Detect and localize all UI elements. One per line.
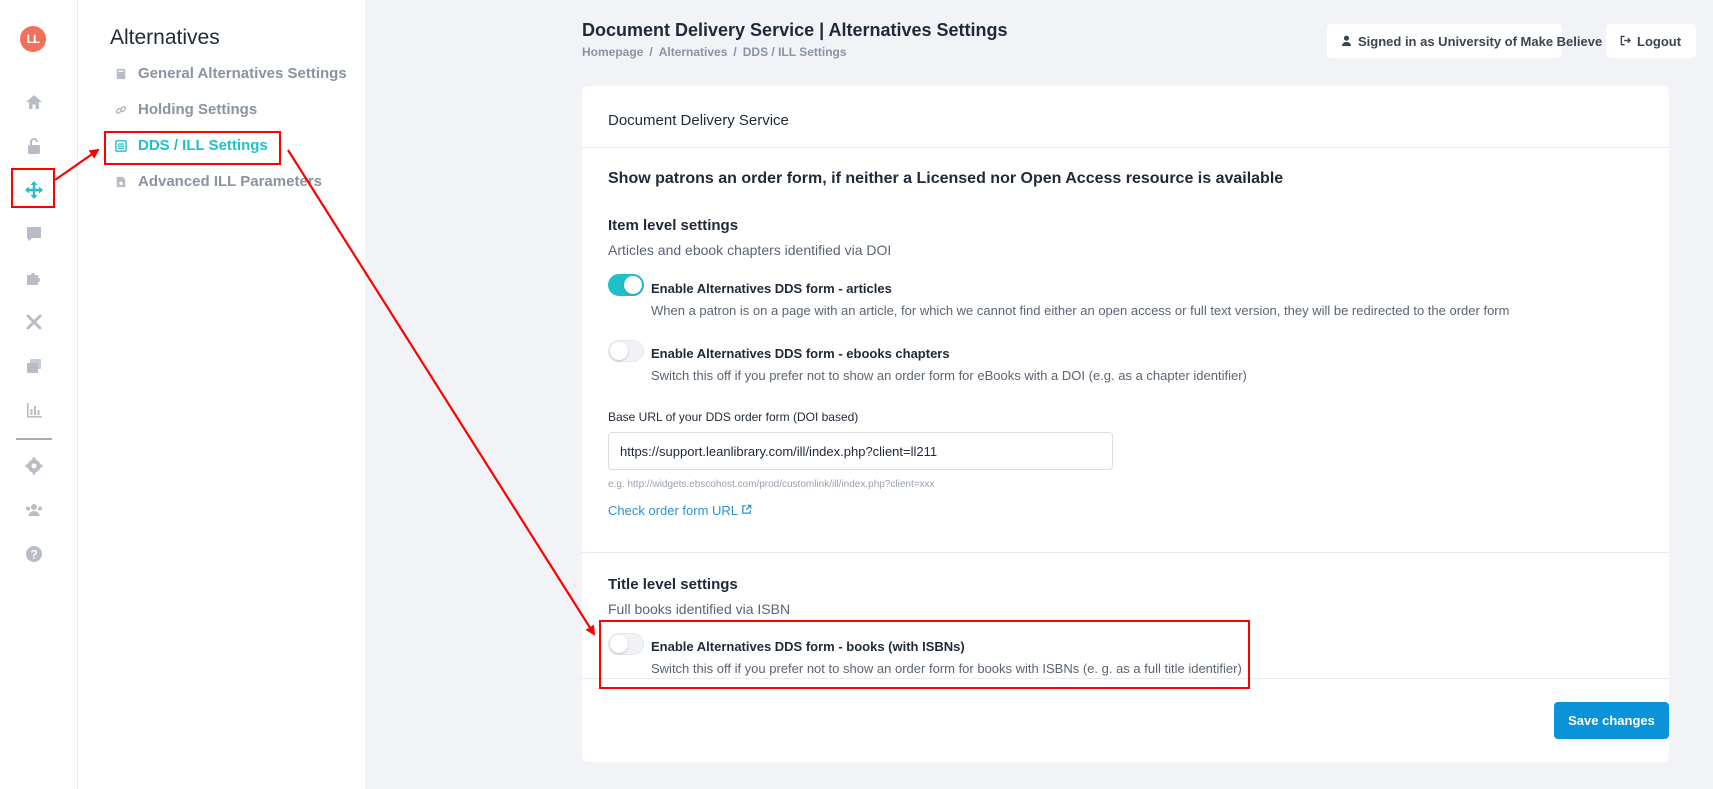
help-icon[interactable]: ?	[22, 542, 46, 566]
tools-icon[interactable]	[22, 310, 46, 334]
section-divider	[582, 552, 1669, 553]
subnav-item-advanced-ill-parameters[interactable]: Advanced ILL Parameters	[114, 173, 322, 190]
logout-label: Logout	[1637, 33, 1682, 49]
item-level-subtitle: Articles and ebook chapters identified v…	[608, 242, 892, 258]
subnav-item-label: General Alternatives Settings	[138, 65, 347, 82]
title-level-subtitle: Full books identified via ISBN	[608, 601, 791, 617]
card-heading: Document Delivery Service	[582, 86, 1669, 148]
subnav-item-holding-settings[interactable]: Holding Settings	[114, 101, 257, 118]
puzzle-icon[interactable]	[22, 266, 46, 290]
subnav-title: Alternatives	[110, 26, 220, 49]
toggle-dds-articles[interactable]	[608, 274, 644, 296]
user-icon	[1341, 34, 1352, 49]
breadcrumb-current: DDS / ILL Settings	[742, 45, 847, 59]
breadcrumb-homepage[interactable]: Homepage	[582, 45, 643, 59]
save-changes-button[interactable]: Save changes	[1554, 702, 1669, 739]
subnav-item-label: Advanced ILL Parameters	[138, 173, 322, 190]
check-order-form-link[interactable]: Check order form URL	[608, 503, 752, 518]
base-url-label: Base URL of your DDS order form (DOI bas…	[608, 410, 859, 424]
base-url-hint: e.g. http://widgets.ebscohost.com/prod/c…	[608, 479, 935, 490]
link-icon	[114, 103, 128, 117]
users-icon[interactable]	[22, 498, 46, 522]
check-order-form-label: Check order form URL	[608, 503, 739, 518]
toggle-dds-ebook-chapters[interactable]	[608, 340, 644, 362]
breadcrumb: Homepage / Alternatives / DDS / ILL Settings	[582, 45, 847, 59]
stack-icon[interactable]	[22, 354, 46, 378]
annotation-highlight-books-option	[599, 620, 1250, 689]
section-main-title: Show patrons an order form, if neither a…	[608, 170, 1284, 187]
svg-text:?: ?	[30, 548, 37, 562]
sign-out-icon	[1620, 34, 1632, 49]
option-articles-desc: When a patron is on a page with an artic…	[651, 303, 1510, 318]
title-level-title: Title level settings	[608, 576, 738, 593]
annotation-highlight-rail-icon	[11, 168, 55, 208]
option-ebooks-desc: Switch this off if you prefer not to sho…	[651, 368, 1247, 383]
breadcrumb-alternatives[interactable]: Alternatives	[659, 45, 728, 59]
external-link-icon	[741, 503, 752, 518]
app-logo[interactable]: LL	[20, 26, 46, 52]
annotation-highlight-subnav-item	[104, 131, 281, 165]
subnav-item-label: Holding Settings	[138, 101, 258, 118]
chart-icon[interactable]	[22, 398, 46, 422]
option-articles-title: Enable Alternatives DDS form - articles	[651, 281, 892, 296]
subnav-item-general-alternatives-settings[interactable]: General Alternatives Settings	[114, 65, 347, 82]
comment-icon[interactable]	[22, 222, 46, 246]
signed-in-label: Signed in as University of Make Believe	[1358, 33, 1603, 49]
unlock-icon[interactable]	[22, 134, 46, 158]
book-icon	[114, 67, 128, 81]
icon-rail: LL ?	[0, 0, 78, 789]
signed-in-button[interactable]: Signed in as University of Make Believe	[1327, 24, 1602, 58]
alternatives-subnav: Alternatives General Alternatives Settin…	[78, 0, 365, 789]
item-level-title: Item level settings	[608, 217, 739, 234]
base-url-input[interactable]	[608, 432, 1113, 470]
home-icon[interactable]	[22, 90, 46, 114]
logout-button[interactable]: Logout	[1606, 24, 1696, 58]
page-title: Document Delivery Service | Alternatives…	[582, 20, 1008, 40]
option-ebooks-title: Enable Alternatives DDS form - ebooks ch…	[651, 346, 950, 361]
file-settings-icon	[114, 175, 128, 189]
rail-divider	[16, 438, 52, 440]
gear-icon[interactable]	[22, 454, 46, 478]
